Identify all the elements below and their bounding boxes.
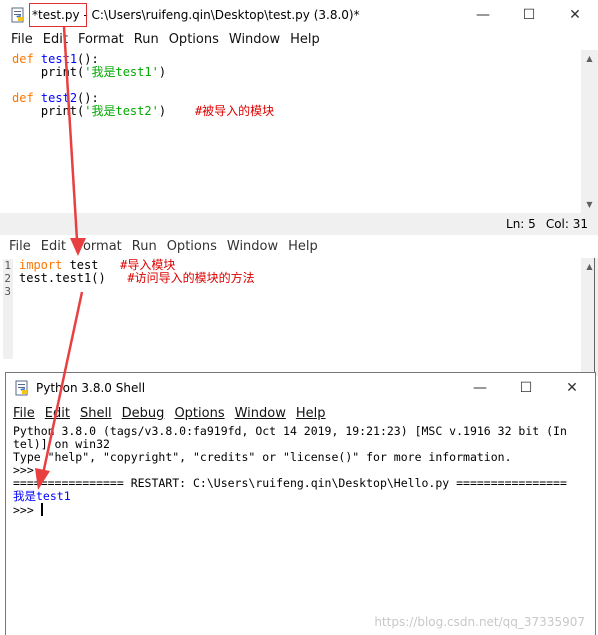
menu-help[interactable]: Help	[285, 32, 325, 47]
text-cursor	[40, 503, 43, 516]
editor1-text-area[interactable]: def test1(): print('我是test1') def test2(…	[12, 53, 572, 213]
close-button[interactable]: ✕	[552, 0, 598, 30]
menu-help[interactable]: Help	[283, 239, 323, 254]
editor-window-test-py: *test.py - C:\Users\ruifeng.qin\Desktop\…	[0, 0, 598, 236]
status-line: Ln: 5	[506, 217, 536, 231]
highlight-box	[29, 3, 87, 27]
maximize-button[interactable]: ☐	[506, 0, 552, 30]
shell-title: Python 3.8.0 Shell	[36, 381, 146, 395]
menu-edit[interactable]: Edit	[36, 239, 71, 254]
editor1-menubar: File Edit Format Run Options Window Help	[0, 30, 598, 49]
scroll-up-arrow-icon[interactable]: ▲	[581, 258, 598, 275]
menu-run[interactable]: Run	[127, 239, 162, 254]
editor1-scrollbar[interactable]: ▲ ▼	[581, 50, 598, 213]
shell-output: 我是test1	[13, 489, 71, 503]
menu-format[interactable]: Format	[71, 239, 127, 254]
scroll-up-arrow-icon[interactable]: ▲	[581, 50, 598, 67]
editor-window-hello-py: File Edit Format Run Options Window Help…	[0, 236, 598, 376]
menu-edit[interactable]: Edit	[40, 406, 75, 421]
idle-editor-icon	[11, 7, 24, 23]
shell-menubar: File Edit Shell Debug Options Window Hel…	[6, 403, 595, 423]
status-column: Col: 31	[545, 217, 588, 231]
shell-prompt-active[interactable]: >>>	[13, 503, 591, 517]
window-edge	[594, 258, 595, 372]
menu-options[interactable]: Options	[164, 32, 224, 47]
editor1-statusbar: Ln: 5 Col: 31	[0, 213, 598, 235]
editor1-titlebar[interactable]: *test.py - C:\Users\ruifeng.qin\Desktop\…	[0, 0, 598, 30]
maximize-button[interactable]: ☐	[503, 373, 549, 403]
menu-file[interactable]: File	[6, 32, 38, 47]
menu-format[interactable]: Format	[73, 32, 129, 47]
menu-shell[interactable]: Shell	[75, 406, 117, 421]
scroll-down-arrow-icon[interactable]: ▼	[581, 196, 598, 213]
menu-window[interactable]: Window	[222, 239, 283, 254]
shell-text-area[interactable]: Python 3.8.0 (tags/v3.8.0:fa919fd, Oct 1…	[13, 425, 591, 625]
menu-window[interactable]: Window	[224, 32, 285, 47]
menu-debug[interactable]: Debug	[117, 406, 170, 421]
menu-file[interactable]: File	[4, 239, 36, 254]
menu-options[interactable]: Options	[162, 239, 222, 254]
minimize-button[interactable]: —	[457, 373, 503, 403]
shell-restart-line: ================ RESTART: C:\Users\ruife…	[13, 476, 567, 490]
menu-run[interactable]: Run	[129, 32, 164, 47]
menu-options[interactable]: Options	[169, 406, 229, 421]
editor2-text-area[interactable]: import test #导入模块 test.test1() #访问导入的模块的方…	[19, 259, 579, 359]
shell-banner-line: Type "help", "copyright", "credits" or "…	[13, 450, 512, 464]
close-button[interactable]: ✕	[549, 373, 595, 403]
menu-window[interactable]: Window	[230, 406, 291, 421]
editor2-scrollbar[interactable]: ▲	[581, 258, 598, 376]
menu-help[interactable]: Help	[291, 406, 331, 421]
line-number-gutter: 1 2 3	[3, 259, 13, 359]
menu-edit[interactable]: Edit	[38, 32, 73, 47]
editor2-menubar: File Edit Format Run Options Window Help	[0, 236, 598, 257]
menu-file[interactable]: File	[8, 406, 40, 421]
python-shell-icon	[15, 380, 28, 396]
shell-titlebar[interactable]: Python 3.8.0 Shell — ☐ ✕	[6, 373, 595, 403]
minimize-button[interactable]: —	[460, 0, 506, 30]
watermark: https://blog.csdn.net/qq_37335907	[374, 615, 585, 629]
python-shell-window: Python 3.8.0 Shell — ☐ ✕ File Edit Shell…	[5, 372, 596, 635]
